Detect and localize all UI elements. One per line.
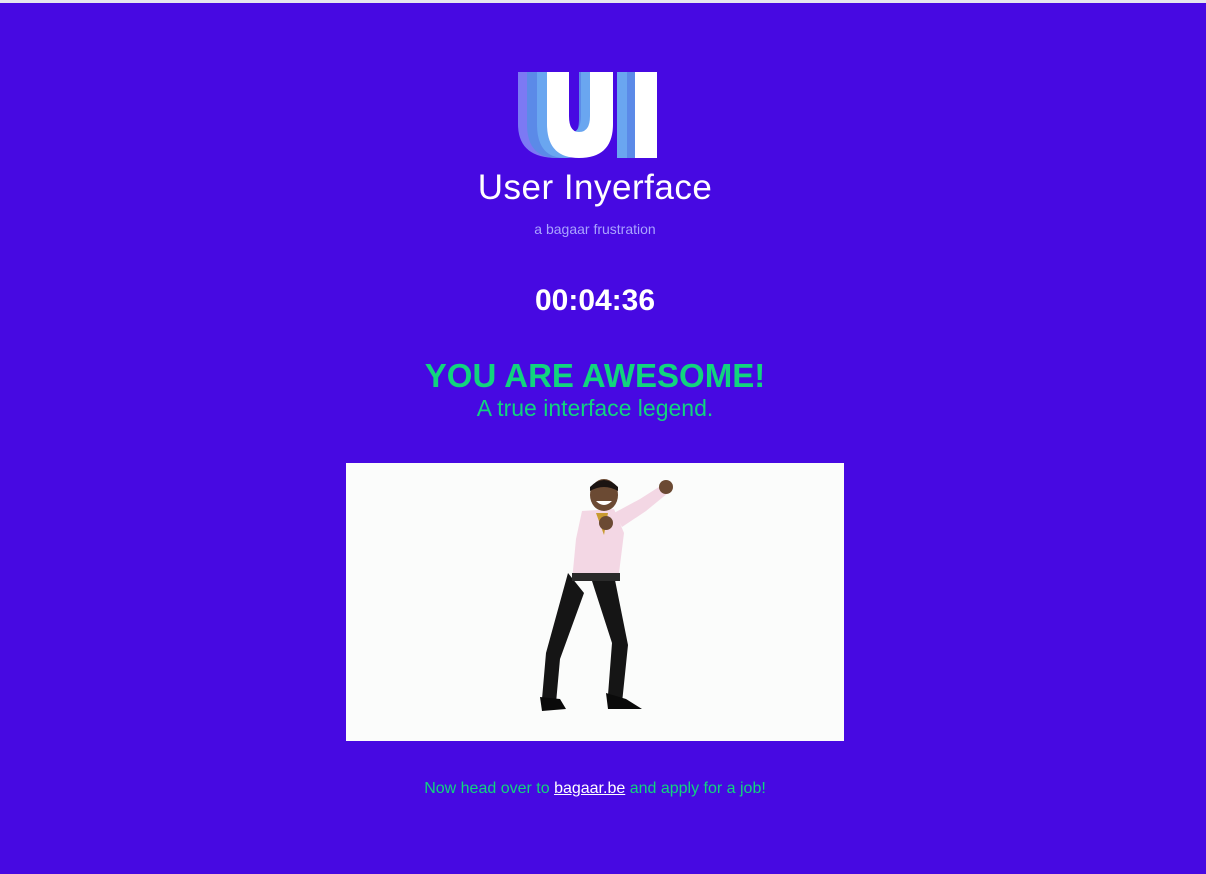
success-subheadline: A true interface legend. [476, 395, 714, 421]
success-headline: YOU ARE AWESOME! [424, 357, 766, 394]
brand-tagline: a bagaar frustration [534, 221, 656, 237]
dancing-man-image [540, 479, 673, 711]
top-divider [0, 0, 1206, 3]
ui-logo-mark [518, 72, 657, 158]
elapsed-timer: 00:04:36 [534, 284, 656, 317]
footer-message: Now head over to bagaar.be and apply for… [0, 780, 1190, 798]
celebration-gif [346, 463, 844, 741]
footer-suffix: and apply for a job! [629, 780, 766, 797]
bagaar-link[interactable]: bagaar.be [554, 780, 625, 797]
footer-prefix: Now head over to [424, 780, 550, 797]
brand-name: User Inyerface [477, 168, 713, 207]
